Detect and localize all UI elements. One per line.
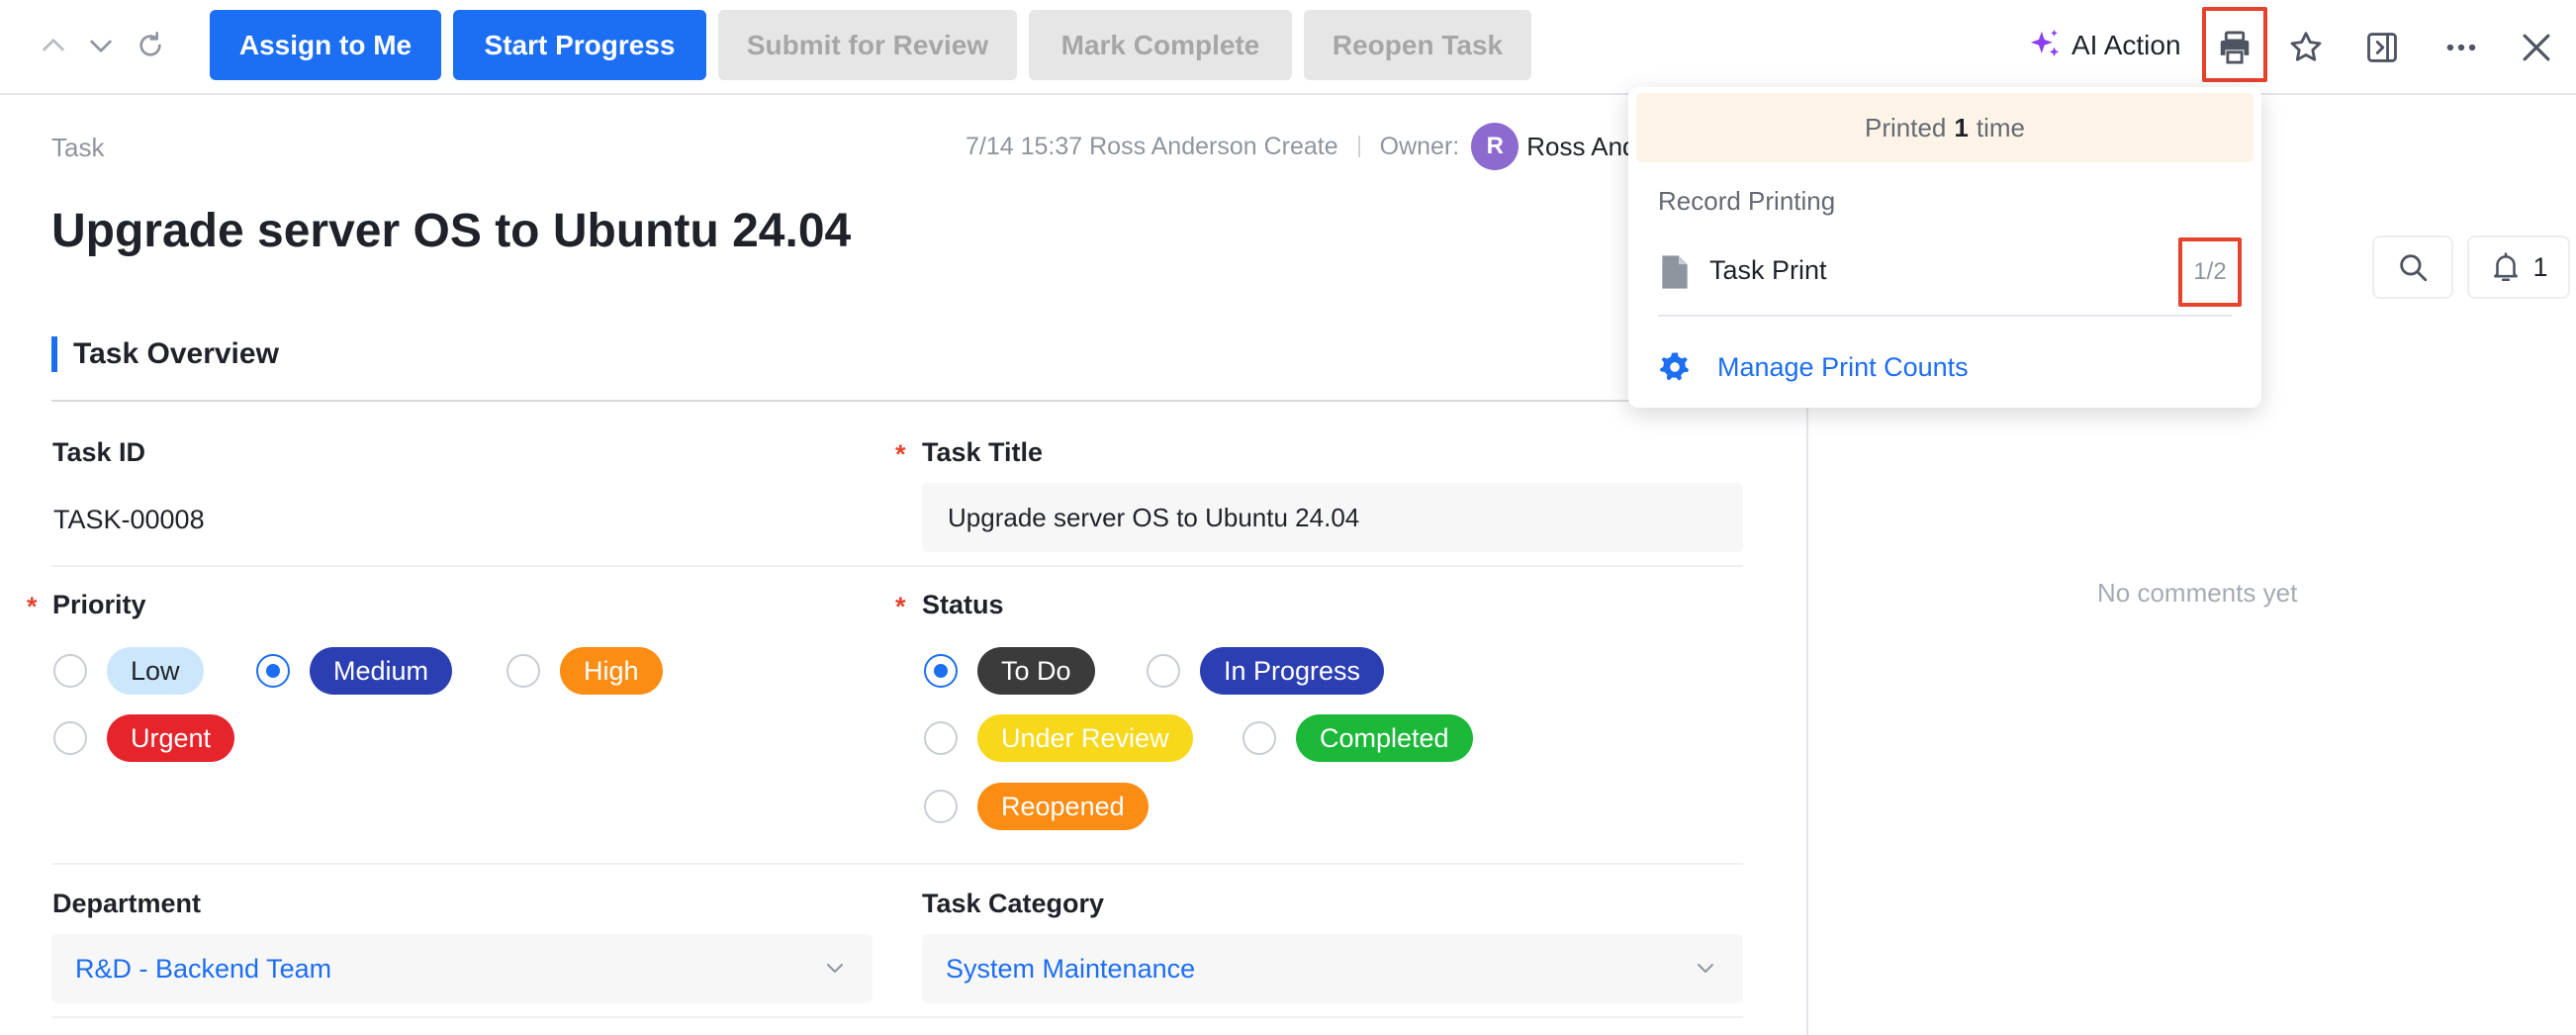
- star-icon[interactable]: [2278, 20, 2334, 75]
- priority-high-radio[interactable]: [506, 654, 540, 688]
- task-print-item[interactable]: Task Print: [1628, 232, 2261, 311]
- chevron-down-icon[interactable]: [79, 24, 123, 67]
- manage-print-counts-link[interactable]: Manage Print Counts: [1658, 342, 1969, 392]
- status-completed-radio[interactable]: [1242, 721, 1276, 755]
- status-reopened-pill: Reopened: [977, 783, 1149, 830]
- manage-print-counts-label: Manage Print Counts: [1717, 351, 1969, 382]
- ai-action-button[interactable]: AI Action: [2026, 24, 2181, 67]
- status-in-progress-pill: In Progress: [1200, 647, 1385, 695]
- assign-to-me-button[interactable]: Assign to Me: [210, 10, 441, 80]
- row-divider: [51, 863, 1743, 865]
- task-category-value: System Maintenance: [946, 953, 1196, 984]
- priority-option-low[interactable]: Low: [53, 647, 204, 695]
- created-info: 7/14 15:37 Ross Anderson Create: [966, 132, 1338, 160]
- search-comments-button[interactable]: [2372, 235, 2453, 299]
- chevron-down-icon: [1698, 964, 1713, 973]
- chevron-up-icon[interactable]: [32, 24, 75, 67]
- status-option-completed[interactable]: Completed: [1242, 714, 1473, 762]
- priority-label: Priority: [52, 590, 146, 619]
- top-toolbar: Assign to Me Start Progress Submit for R…: [0, 0, 2576, 95]
- avatar[interactable]: R: [1471, 123, 1519, 170]
- task-id-value: TASK-00008: [53, 505, 205, 534]
- status-option-in-progress[interactable]: In Progress: [1147, 647, 1385, 695]
- priority-urgent-radio[interactable]: [53, 721, 87, 755]
- print-dropdown: Printed 1 time Record Printing Task Prin…: [1628, 87, 2261, 408]
- row-divider: [51, 1016, 1743, 1018]
- status-label: Status: [922, 590, 1004, 619]
- priority-urgent-pill: Urgent: [107, 714, 235, 762]
- priority-option-high[interactable]: High: [506, 647, 663, 695]
- priority-medium-radio[interactable]: [256, 654, 290, 688]
- status-under-review-pill: Under Review: [977, 714, 1193, 762]
- status-in-progress-radio[interactable]: [1147, 654, 1180, 688]
- priority-option-urgent[interactable]: Urgent: [53, 714, 235, 762]
- print-count-badge: 1/2: [2178, 237, 2242, 307]
- status-completed-pill: Completed: [1296, 714, 1473, 762]
- mark-complete-button[interactable]: Mark Complete: [1029, 10, 1292, 80]
- status-option-to-do[interactable]: To Do: [924, 647, 1095, 695]
- department-select[interactable]: R&D - Backend Team: [51, 934, 873, 1003]
- popover-divider: [1658, 315, 2232, 317]
- reminder-count: 1: [2532, 251, 2548, 282]
- start-progress-button[interactable]: Start Progress: [453, 10, 706, 80]
- required-marker: *: [27, 592, 38, 621]
- priority-medium-pill: Medium: [310, 647, 453, 695]
- sparkle-icon: [2030, 30, 2060, 57]
- status-reopened-radio[interactable]: [924, 790, 958, 823]
- chevron-down-icon: [827, 964, 843, 973]
- print-count-banner: Printed 1 time: [1636, 93, 2254, 162]
- priority-low-pill: Low: [107, 647, 204, 695]
- search-icon: [2400, 254, 2428, 282]
- reopen-task-button[interactable]: Reopen Task: [1304, 10, 1531, 80]
- document-icon: [1662, 255, 1688, 289]
- owner-label: Owner:: [1379, 132, 1460, 160]
- section-divider: [51, 400, 1743, 402]
- priority-high-pill: High: [560, 647, 663, 695]
- record-printing-heading: Record Printing: [1658, 186, 1836, 216]
- department-value: R&D - Backend Team: [75, 953, 332, 984]
- bell-icon: [2494, 252, 2519, 282]
- page-title: Upgrade server OS to Ubuntu 24.04: [51, 205, 852, 257]
- priority-low-radio[interactable]: [53, 654, 87, 688]
- submit-for-review-button[interactable]: Submit for Review: [718, 10, 1017, 80]
- record-meta: 7/14 15:37 Ross Anderson Create Owner: R…: [966, 123, 1702, 170]
- status-under-review-radio[interactable]: [924, 721, 958, 755]
- status-to-do-pill: To Do: [977, 647, 1095, 695]
- task-title-input[interactable]: Upgrade server OS to Ubuntu 24.04: [922, 483, 1743, 552]
- banner-prefix: Printed: [1865, 112, 1947, 142]
- section-title: Task Overview: [51, 336, 279, 372]
- required-marker: *: [895, 592, 906, 621]
- department-label: Department: [52, 889, 202, 918]
- required-marker: *: [895, 439, 906, 469]
- more-icon[interactable]: [2434, 20, 2489, 75]
- panel-toggle-icon[interactable]: [2354, 20, 2410, 75]
- priority-option-medium[interactable]: Medium: [256, 647, 453, 695]
- print-button-highlight: [2202, 7, 2267, 82]
- task-print-label: Task Print: [1709, 255, 1827, 285]
- banner-count: 1: [1954, 112, 1969, 142]
- ai-action-label: AI Action: [2071, 30, 2181, 60]
- task-id-label: Task ID: [52, 437, 146, 467]
- breadcrumb: Task: [51, 133, 105, 162]
- task-category-label: Task Category: [922, 889, 1105, 918]
- close-icon[interactable]: [2509, 20, 2564, 75]
- status-option-under-review[interactable]: Under Review: [924, 714, 1193, 762]
- refresh-icon[interactable]: [129, 24, 172, 67]
- task-title-label: Task Title: [922, 437, 1044, 467]
- gear-icon: [1659, 352, 1690, 381]
- meta-divider: [1357, 136, 1360, 157]
- task-category-select[interactable]: System Maintenance: [922, 934, 1743, 1003]
- status-option-reopened[interactable]: Reopened: [924, 783, 1149, 830]
- status-to-do-radio[interactable]: [924, 654, 958, 688]
- no-comments-placeholder: No comments yet: [2097, 578, 2298, 608]
- row-divider: [51, 565, 1743, 567]
- reminder-button[interactable]: 1: [2467, 235, 2570, 299]
- banner-suffix: time: [1976, 112, 2025, 142]
